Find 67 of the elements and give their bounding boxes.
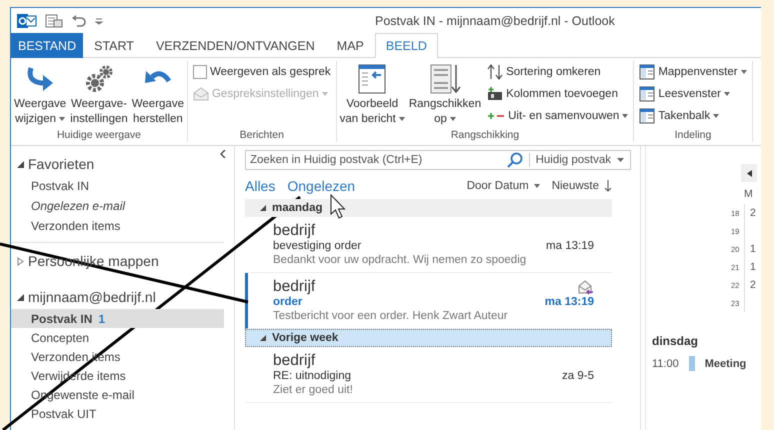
window-title: Postvak IN - mijnnaam@bedrijf.nl - Outlook bbox=[375, 14, 615, 28]
calendar-day[interactable]: 1 bbox=[750, 261, 756, 273]
message-item[interactable]: bedrijf bevestiging order ma 13:19 Bedankt voor uw opdracht. Wij nemen zo spoedig bbox=[245, 217, 612, 273]
group-label: Indeling bbox=[674, 129, 712, 142]
message-time: ma 13:19 bbox=[546, 240, 594, 252]
sort-order[interactable]: Nieuwste bbox=[552, 180, 612, 192]
appointment-title[interactable]: Meeting bbox=[704, 358, 746, 370]
message-time: za 9-5 bbox=[562, 370, 594, 382]
button-label: Rangschikken op bbox=[408, 97, 482, 127]
message-preview: Ziet er goed uit! bbox=[273, 384, 354, 396]
ribbon-button[interactable]: Leesvenster bbox=[639, 85, 747, 103]
button-label: Weergave- instellingen bbox=[70, 97, 128, 127]
folder-item[interactable]: Verzonden items bbox=[11, 216, 214, 236]
folder-item[interactable]: Postvak IN bbox=[11, 176, 214, 196]
folder-item[interactable]: Postvak UIT bbox=[11, 404, 224, 423]
button-label: Voorbeeld van bericht bbox=[340, 97, 405, 127]
ribbon-button[interactable]: Mappenvenster bbox=[639, 63, 747, 81]
ribbon-tab[interactable]: BEELD bbox=[374, 33, 438, 58]
ribbon-button[interactable]: Weergave herstellen bbox=[130, 61, 185, 129]
ribbon-button[interactable]: Sortering omkeren bbox=[487, 63, 628, 81]
calendar-day[interactable]: 2 bbox=[750, 279, 756, 291]
ribbon-button[interactable]: Weergave- instellingen bbox=[69, 61, 129, 129]
folder-section-header[interactable]: Favorieten bbox=[11, 154, 224, 174]
ribbon-button[interactable]: Weergave wijzigen bbox=[13, 61, 68, 129]
ribbon-button[interactable]: Voorbeeld van bericht bbox=[338, 61, 406, 129]
group-label: Berichten bbox=[238, 129, 285, 142]
group-label: Huidige weergave bbox=[56, 129, 142, 142]
filter-link[interactable]: Alles bbox=[245, 178, 276, 194]
message-preview: Bedankt voor uw opdracht. Wij nemen zo spoedig bbox=[273, 254, 528, 266]
ribbon-tab[interactable]: BESTAND bbox=[11, 33, 84, 58]
message-subject: bevestiging order bbox=[273, 240, 362, 252]
filter-link[interactable]: Ongelezen bbox=[287, 178, 356, 194]
button-label: Weergave wijzigen bbox=[14, 97, 66, 127]
unread-count: 1 bbox=[98, 312, 106, 326]
weekday-header: M bbox=[744, 188, 754, 200]
ribbon-button[interactable]: Takenbalk bbox=[639, 107, 747, 125]
message-sender: bedrijf bbox=[273, 278, 316, 296]
ribbon-tab[interactable]: VERZENDEN/ONTVANGEN bbox=[144, 33, 326, 58]
message-preview: Testbericht voor een order. Henk Zwart Auteur bbox=[273, 310, 509, 322]
message-item[interactable]: bedrijf RE: uitnodiging za 9-5 Ziet er goed uit! bbox=[245, 347, 612, 403]
message-subject: RE: uitnodiging bbox=[273, 370, 351, 382]
folder-item[interactable]: Ongelezen e-mail bbox=[11, 196, 214, 216]
button-label: Weergave herstellen bbox=[132, 97, 184, 127]
ribbon-button[interactable]: Kolommen toevoegen bbox=[487, 85, 628, 103]
appointment-day: dinsdag bbox=[652, 334, 761, 348]
ribbon-tab[interactable]: START bbox=[83, 33, 145, 58]
folder-item[interactable]: Concepten bbox=[11, 328, 224, 347]
group-header[interactable]: maandag bbox=[245, 199, 612, 217]
message-sender: bedrijf bbox=[273, 352, 316, 370]
ribbon-button[interactable]: Uit- en samenvouwen bbox=[487, 107, 628, 125]
search-field[interactable]: Zoeken in Huidig postvak (Ctrl+E) Huidig postvak bbox=[245, 150, 631, 170]
appointment-time: 11:00 bbox=[652, 358, 679, 370]
calendar-day[interactable]: 2 bbox=[750, 207, 756, 219]
sort-dropdown[interactable]: Door Datum bbox=[466, 180, 540, 192]
calendar-day[interactable]: 1 bbox=[750, 243, 756, 255]
message-time: ma 13:19 bbox=[544, 296, 594, 308]
message-sender: bedrijf bbox=[273, 222, 316, 240]
conversation-checkbox[interactable]: Weergeven als gesprek bbox=[192, 63, 331, 81]
folder-section-header[interactable]: mijnnaam@bedrijf.nl bbox=[11, 287, 234, 307]
checkbox-label: Weergeven als gesprek bbox=[210, 66, 331, 78]
group-label: Rangschikking bbox=[450, 129, 520, 142]
folder-item[interactable]: Postvak IN 1 bbox=[11, 309, 224, 328]
group-header[interactable]: Vorige week bbox=[245, 329, 612, 347]
ribbon-tab[interactable]: MAP bbox=[326, 33, 375, 58]
message-subject: order bbox=[273, 296, 302, 308]
ribbon-button[interactable]: Rangschikken op bbox=[408, 61, 482, 129]
search-scope[interactable]: Huidig postvak bbox=[536, 154, 611, 166]
